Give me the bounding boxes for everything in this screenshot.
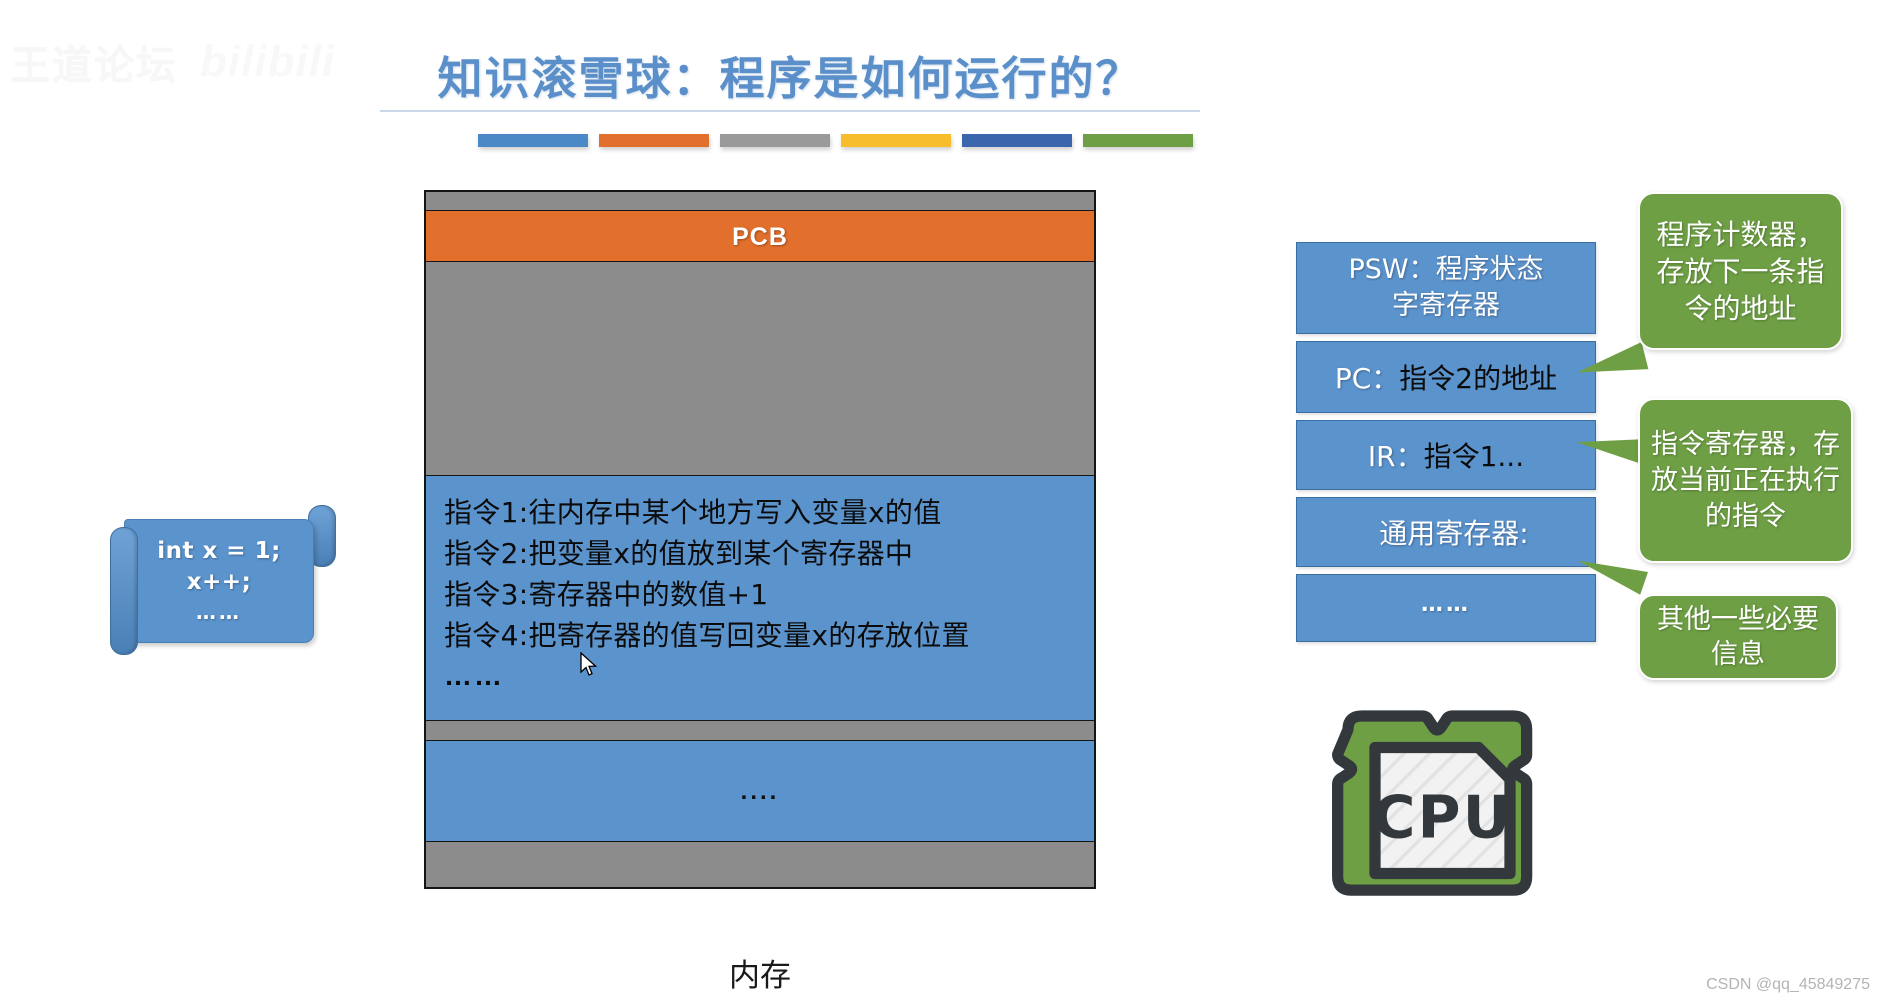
register-ir-value: 指令1... [1423, 440, 1525, 473]
memory-segment-pcb: PCB [426, 210, 1094, 262]
memory-segment-bottom [426, 842, 1094, 887]
register-pc-key: PC： [1334, 362, 1400, 395]
watermark-text: 王道论坛 [10, 44, 178, 88]
register-psw-key: PSW： [1348, 254, 1436, 285]
scroll-roll-left [110, 527, 138, 655]
instruction-line: 指令2:把变量x的值放到某个寄存器中 [444, 537, 914, 570]
bar-gray [720, 134, 830, 147]
callout-etc: 其他一些必要信息 [1638, 594, 1838, 680]
register-ir-key: IR： [1367, 440, 1424, 473]
memory-segment-gray-upper [426, 262, 1094, 475]
memory-caption: 内存 [729, 958, 791, 994]
memory-segment-gray-thin [426, 721, 1094, 741]
register-general-purpose: 通用寄存器: [1296, 497, 1596, 567]
scroll-sheet: int x = 1; x++; …… [124, 519, 314, 643]
memory-segment-top [426, 192, 1094, 210]
callout-pc-text: 程序计数器，存放下一条指令的地址 [1656, 217, 1825, 325]
callout-etc-text: 其他一些必要信息 [1657, 604, 1819, 670]
watermark: 王道论坛 bilibili [10, 26, 340, 98]
register-psw-value: 程序状态 [1435, 254, 1544, 285]
memory-segment-instructions: 指令1:往内存中某个地方写入变量x的值 指令2:把变量x的值放到某个寄存器中 指… [426, 475, 1094, 721]
cpu-chip-icon: CPU [1332, 710, 1533, 896]
register-pc-value: 指令2的地址 [1399, 362, 1558, 395]
register-psw: PSW：程序状态 字寄存器 [1296, 242, 1596, 334]
bar-blue [478, 134, 588, 147]
memory-lower-dots: .... [740, 778, 780, 805]
cpu-icon-label: CPU [1372, 784, 1512, 852]
register-ir: IR： 指令1... [1296, 420, 1596, 490]
code-scroll-graphic: int x = 1; x++; …… [110, 505, 336, 655]
callout-ir: 指令寄存器，存放当前正在执行的指令 [1638, 398, 1853, 563]
code-line: x++; [186, 569, 252, 595]
register-psw-value2: 字寄存器 [1392, 290, 1500, 321]
bar-green [1083, 134, 1193, 147]
register-panel: PSW：程序状态 字寄存器 PC： 指令2的地址 IR： 指令1... 通用寄存器:… [1296, 242, 1596, 649]
bar-darkblue [962, 134, 1072, 147]
title-block: 知识滚雪球：程序是如何运行的？ [380, 42, 1200, 112]
instruction-line: 指令3:寄存器中的数值+1 [444, 578, 769, 611]
callout-pc: 程序计数器，存放下一条指令的地址 [1638, 192, 1843, 350]
slide-canvas: 王道论坛 bilibili 知识滚雪球：程序是如何运行的？ PCB 指令1:往内… [0, 0, 1888, 1004]
register-etc: …… [1296, 574, 1596, 642]
instruction-line: 指令4:把寄存器的值写回变量x的存放位置 [444, 619, 970, 652]
memory-segment-lower-blue: .... [426, 741, 1094, 842]
code-line: int x = 1; [157, 538, 281, 564]
callout-ir-text: 指令寄存器，存放当前正在执行的指令 [1651, 428, 1840, 532]
register-pc: PC： 指令2的地址 [1296, 341, 1596, 413]
instruction-ellipsis: …… [444, 660, 504, 691]
bilibili-logo-icon: bilibili [200, 37, 336, 86]
memory-diagram: PCB 指令1:往内存中某个地方写入变量x的值 指令2:把变量x的值放到某个寄存… [424, 190, 1096, 889]
register-etc-label: …… [1421, 591, 1471, 617]
instruction-line: 指令1:往内存中某个地方写入变量x的值 [444, 496, 942, 529]
page-title: 知识滚雪球：程序是如何运行的？ [437, 52, 1143, 105]
credit-watermark: CSDN @qq_45849275 [1706, 976, 1870, 993]
register-general-purpose-key: 通用寄存器: [1379, 517, 1529, 550]
code-line-ellipsis: …… [196, 600, 242, 624]
color-bar-row [478, 134, 1193, 147]
bar-yellow [841, 134, 951, 147]
bar-orange [599, 134, 709, 147]
title-divider [380, 110, 1200, 112]
